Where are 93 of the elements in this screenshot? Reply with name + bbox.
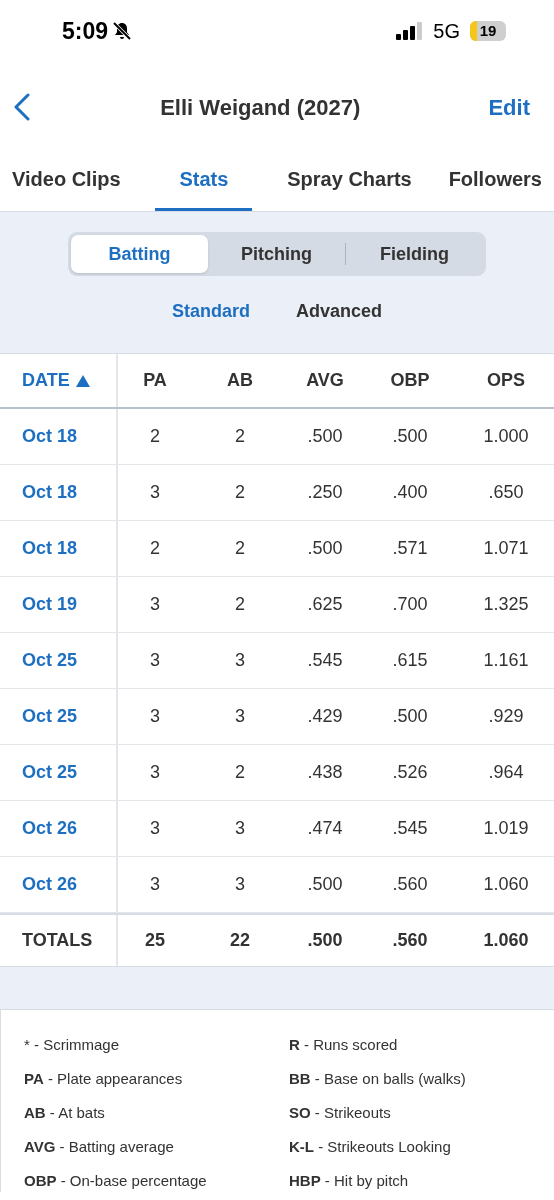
subtab[interactable]: Advanced [296, 298, 382, 325]
table-cell-text: .571 [392, 537, 428, 560]
back-icon[interactable] [12, 93, 32, 121]
legend-entry: SO - Strikeouts [289, 1103, 392, 1123]
signal-icon [396, 22, 424, 40]
legend-entry: AVG - Batting average [24, 1137, 175, 1157]
table-cell-text: 2 [235, 425, 245, 448]
date-link[interactable]: Oct 18 [22, 479, 78, 506]
legend-entry: R - Runs scored [289, 1035, 399, 1055]
table-cell-text: 1.019 [483, 817, 529, 840]
table-cell-text: 3 [235, 873, 245, 896]
table-cell-text: 1.060 [483, 929, 529, 952]
column-header[interactable]: PA [143, 367, 167, 394]
table-cell-text: .625 [307, 593, 343, 616]
date-link[interactable]: Oct 25 [22, 703, 78, 730]
table-cell-text: 3 [150, 593, 160, 616]
table-cell-text: 1.325 [483, 593, 529, 616]
segment[interactable]: Pitching [208, 235, 345, 273]
table-cell-text: 2 [235, 537, 245, 560]
date-link[interactable]: Oct 19 [22, 591, 78, 618]
table-cell-text: 3 [150, 705, 160, 728]
table-cell-text: .474 [307, 817, 343, 840]
column-header[interactable]: AVG [306, 367, 344, 394]
legend-entry: * - Scrimmage [24, 1035, 121, 1055]
table-cell-text: .526 [392, 761, 428, 784]
table-cell-text: .615 [392, 649, 428, 672]
subtab[interactable]: Standard [171, 298, 250, 325]
table-cell-text: 3 [150, 649, 160, 672]
table-cell-text: .545 [392, 817, 428, 840]
table-cell-text: .650 [488, 481, 524, 504]
date-link[interactable]: Oct 18 [22, 535, 78, 562]
table-cell-text: .500 [307, 537, 343, 560]
table-cell-text: .400 [392, 481, 428, 504]
table-cell-text: 1.060 [483, 873, 529, 896]
page-title: Elli Weigand (2027) [160, 93, 361, 122]
date-link[interactable]: Oct 26 [22, 871, 78, 898]
date-link[interactable]: Oct 25 [22, 647, 78, 674]
table-cell-text: 2 [235, 593, 245, 616]
legend-entry: HBP - Hit by pitch [289, 1171, 410, 1191]
table-cell-text: 3 [150, 761, 160, 784]
network-label: 5G [433, 19, 460, 44]
table-cell-text: 3 [235, 649, 245, 672]
table-cell-text: 2 [235, 761, 245, 784]
status-time: 5:09 [62, 16, 109, 46]
segment[interactable]: Fielding [346, 235, 483, 273]
table-cell-text: 3 [235, 705, 245, 728]
column-header[interactable]: OBP [390, 367, 430, 394]
sort-ascending-icon[interactable] [75, 374, 90, 387]
table-cell-text: .500 [392, 425, 428, 448]
date-link[interactable]: Oct 26 [22, 815, 78, 842]
table-cell-text: 1.071 [483, 537, 529, 560]
legend-entry: AB - At bats [24, 1103, 106, 1123]
table-cell-text: .250 [307, 481, 343, 504]
table-cell-text: .545 [307, 649, 343, 672]
table-cell-text: 3 [150, 873, 160, 896]
table-cell-text: 1.161 [483, 649, 529, 672]
table-cell-text: 2 [235, 481, 245, 504]
legend-entry: BB - Base on balls (walks) [289, 1069, 467, 1089]
table-cell-text: 3 [150, 817, 160, 840]
tab[interactable]: Video Clips [10, 150, 123, 211]
table-cell-text: .500 [307, 873, 343, 896]
table-cell-text: .964 [488, 761, 524, 784]
table-cell-text: 2 [150, 425, 160, 448]
table-cell-text: 3 [235, 817, 245, 840]
table-cell-text: .500 [392, 705, 428, 728]
table-cell-text: .500 [307, 425, 343, 448]
legend-entry: PA - Plate appearances [24, 1069, 184, 1089]
tab[interactable]: Followers [446, 150, 544, 211]
table-cell-text: 22 [230, 929, 250, 952]
segment[interactable]: Batting [71, 235, 208, 273]
date-link[interactable]: Oct 25 [22, 759, 78, 786]
edit-button[interactable]: Edit [488, 90, 530, 124]
muted-bell-icon [112, 21, 133, 41]
table-cell-text: TOTALS [22, 929, 93, 952]
battery-icon: 19 [470, 21, 506, 41]
table-cell-text: 2 [150, 537, 160, 560]
column-header[interactable]: OPS [487, 367, 525, 394]
tab[interactable]: Spray Charts [285, 150, 414, 211]
table-cell-text: .560 [392, 929, 428, 952]
table-cell-text: .438 [307, 761, 343, 784]
column-header[interactable]: AB [227, 367, 253, 394]
table-cell-text: 25 [145, 929, 165, 952]
table-cell-text: .500 [307, 929, 343, 952]
date-link[interactable]: Oct 18 [22, 423, 78, 450]
table-cell-text: .560 [392, 873, 428, 896]
table-cell-text: 3 [150, 481, 160, 504]
legend-entry: K-L - Strikeouts Looking [289, 1137, 452, 1157]
table-cell-text: .929 [488, 705, 524, 728]
table-cell-text: 1.000 [483, 425, 529, 448]
table-cell-text: .700 [392, 593, 428, 616]
table-cell-text: .429 [307, 705, 343, 728]
column-header[interactable]: DATE [22, 367, 70, 394]
legend-entry: OBP - On-base percentage [24, 1171, 208, 1191]
